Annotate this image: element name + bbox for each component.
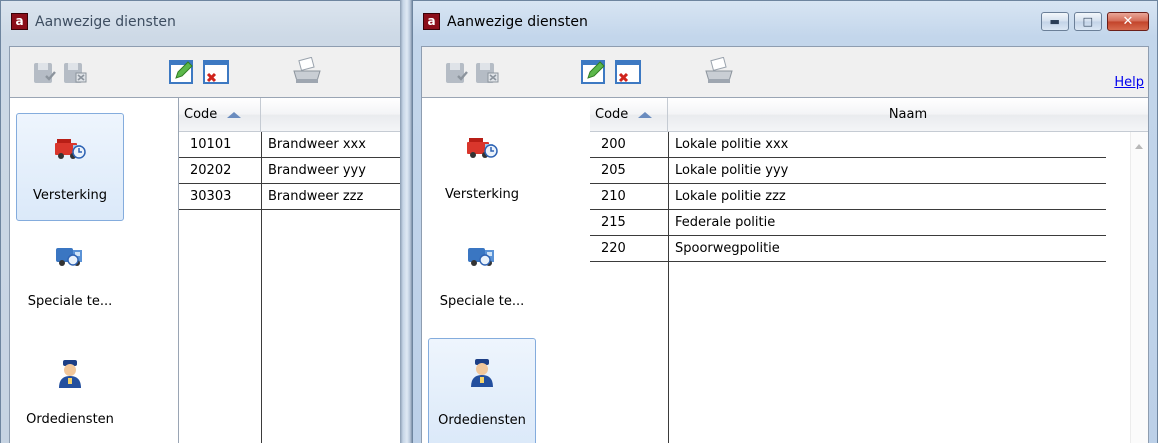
- table-row[interactable]: 215 Federale politie: [590, 210, 1106, 236]
- window-title: Aanwezige diensten: [447, 14, 588, 30]
- table-row[interactable]: 210 Lokale politie zzz: [590, 184, 1106, 210]
- window-frame: a Aanwezige diensten ▬ □ ✕ Help Versterk…: [412, 0, 1158, 443]
- cell-name: Lokale politie yyy: [675, 163, 789, 178]
- cell-name: Lokale politie xxx: [675, 137, 789, 152]
- edit-icon[interactable]: [580, 57, 608, 85]
- delete-icon[interactable]: [202, 57, 230, 85]
- cell-name: Spoorwegpolitie: [675, 241, 780, 256]
- fire-truck-icon: [428, 133, 536, 165]
- left-window: a Aanwezige diensten Versterking Special…: [0, 0, 400, 443]
- fire-truck-icon: [17, 134, 123, 166]
- table-row[interactable]: 205 Lokale politie yyy: [590, 158, 1106, 184]
- maximize-button[interactable]: □: [1073, 12, 1102, 31]
- cell-name: Brandweer yyy: [268, 163, 366, 178]
- toolbar: [10, 47, 400, 97]
- grid-header: Code Naam: [590, 98, 1148, 132]
- vertical-scrollbar[interactable]: [1130, 132, 1148, 443]
- cell-code: 30303: [190, 189, 232, 204]
- police-officer-icon: [16, 358, 124, 390]
- print-icon[interactable]: [290, 56, 324, 85]
- police-officer-icon: [429, 357, 535, 389]
- grid-header: Code: [179, 98, 400, 132]
- sidebar-item-versterking[interactable]: Versterking: [428, 113, 536, 221]
- sidebar-item-label: Versterking: [444, 187, 520, 202]
- table-row[interactable]: 30303 Brandweer zzz: [179, 184, 400, 210]
- content-area: Versterking Speciale te... Ordediensten: [10, 97, 400, 443]
- window-client: Versterking Speciale te... Ordediensten: [9, 46, 400, 443]
- sidebar-item-label: Versterking: [32, 188, 108, 203]
- minimize-button[interactable]: ▬: [1040, 12, 1069, 31]
- sidebar-item-ordediensten[interactable]: Ordediensten: [16, 352, 124, 443]
- delete-icon[interactable]: [614, 57, 642, 85]
- sidebar-item-speciale[interactable]: Speciale te...: [16, 236, 124, 344]
- save-cancel-icon[interactable]: [474, 57, 502, 85]
- window-frame: a Aanwezige diensten Versterking Special…: [0, 0, 400, 443]
- print-icon[interactable]: [702, 56, 736, 85]
- save-check-icon[interactable]: [32, 57, 60, 85]
- data-grid: Code 10101 Brandweer xxx 20202 Brandweer…: [179, 97, 400, 443]
- sidebar-item-versterking[interactable]: Versterking: [16, 113, 124, 221]
- window-separator: [400, 0, 412, 443]
- app-logo-icon: a: [423, 13, 440, 30]
- cell-code: 215: [601, 215, 626, 230]
- sidebar-item-label: Ordediensten: [26, 412, 114, 427]
- special-truck-icon: [428, 240, 536, 272]
- sidebar-item-label: Speciale te...: [439, 294, 525, 309]
- close-button[interactable]: ✕: [1107, 12, 1149, 31]
- sidebar-item-label: Speciale te...: [27, 294, 113, 309]
- table-row[interactable]: 20202 Brandweer yyy: [179, 158, 400, 184]
- title-bar[interactable]: a Aanwezige diensten ▬ □ ✕: [421, 11, 1149, 37]
- toolbar: Help: [422, 47, 1148, 97]
- window-controls: ▬ □ ✕: [1040, 12, 1149, 32]
- cell-code: 205: [601, 163, 626, 178]
- cell-name: Lokale politie zzz: [675, 189, 786, 204]
- window-client: Help Versterking Speciale te... Ordedien…: [421, 46, 1149, 443]
- table-row[interactable]: 220 Spoorwegpolitie: [590, 236, 1106, 262]
- cell-code: 210: [601, 189, 626, 204]
- sidebar-item-ordediensten[interactable]: Ordediensten: [428, 338, 536, 443]
- cell-name: Brandweer xxx: [268, 137, 366, 152]
- cell-code: 200: [601, 137, 626, 152]
- window-title: Aanwezige diensten: [35, 14, 176, 30]
- title-bar[interactable]: a Aanwezige diensten: [9, 11, 392, 37]
- column-header-name[interactable]: Naam: [668, 98, 1148, 131]
- save-cancel-icon[interactable]: [62, 57, 90, 85]
- save-check-icon[interactable]: [444, 57, 472, 85]
- cell-code: 10101: [190, 137, 232, 152]
- content-area: Versterking Speciale te... Ordediensten: [422, 97, 1148, 443]
- cell-name: Brandweer zzz: [268, 189, 364, 204]
- right-window: a Aanwezige diensten ▬ □ ✕ Help Versterk…: [412, 0, 1158, 443]
- special-truck-icon: [16, 240, 124, 272]
- edit-icon[interactable]: [168, 57, 196, 85]
- cell-code: 20202: [190, 163, 232, 178]
- sort-ascending-icon: [638, 111, 653, 118]
- sidebar: Versterking Speciale te... Ordediensten: [10, 97, 179, 443]
- table-row[interactable]: 10101 Brandweer xxx: [179, 132, 400, 158]
- scroll-up-icon[interactable]: [1135, 144, 1143, 149]
- column-header-code[interactable]: Code: [179, 98, 261, 131]
- cell-code: 220: [601, 241, 626, 256]
- data-grid: Code Naam 200 Lokale politie xxx 205 Lok…: [590, 97, 1148, 443]
- column-header-code[interactable]: Code: [590, 98, 668, 131]
- sort-ascending-icon: [227, 111, 242, 118]
- sidebar: Versterking Speciale te... Ordediensten: [422, 97, 591, 443]
- cell-name: Federale politie: [675, 215, 776, 230]
- table-row[interactable]: 200 Lokale politie xxx: [590, 132, 1106, 158]
- help-link[interactable]: Help: [1114, 75, 1144, 90]
- column-header-name[interactable]: [261, 98, 400, 131]
- app-logo-icon: a: [11, 13, 28, 30]
- sidebar-item-label: Ordediensten: [438, 413, 526, 428]
- sidebar-item-speciale[interactable]: Speciale te...: [428, 236, 536, 344]
